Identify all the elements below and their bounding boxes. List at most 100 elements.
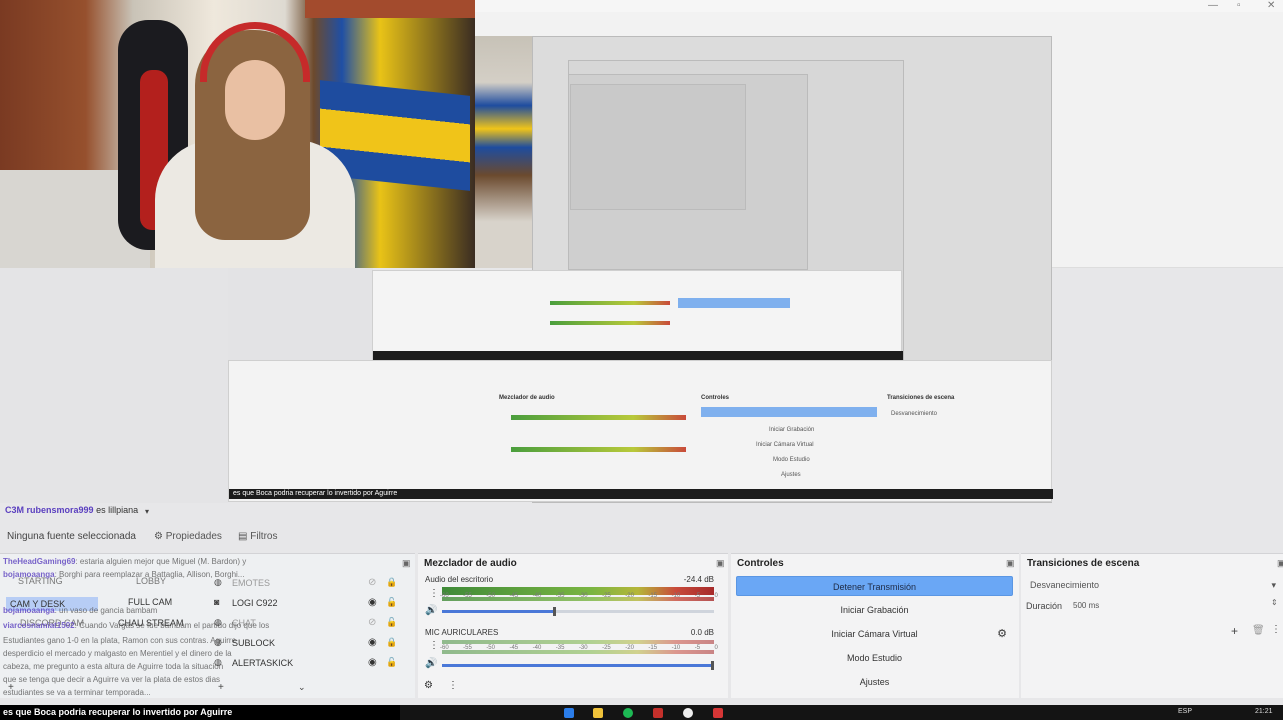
- close-icon[interactable]: ✕: [1267, 0, 1275, 11]
- mini-meter: [511, 415, 686, 420]
- meter-scale: -60 -55 -50 -45 -40 -35 -30 -25 -20 -15 -10 -5 0: [440, 645, 718, 651]
- minimize-icon[interactable]: —: [1208, 0, 1218, 11]
- level-meter: [442, 640, 714, 644]
- gear-icon[interactable]: ⚙: [997, 627, 1007, 640]
- channel-db: 0.0 dB: [690, 628, 714, 637]
- float-icon[interactable]: ▣: [1277, 558, 1283, 569]
- chat-message: Borghi para reemplazar a Battaglia, Alli…: [59, 570, 245, 579]
- mini-studio: Modo Estudio: [773, 457, 810, 463]
- spotify-icon[interactable]: [623, 708, 633, 718]
- start-virtual-camera-button[interactable]: Iniciar Cámara Virtual: [736, 624, 1013, 644]
- scale-tick: -40: [532, 645, 542, 651]
- scene-prefix: C3M rubensmora999 es lillpiana: [5, 505, 138, 515]
- controls-title: Controles: [737, 558, 784, 569]
- folder-icon[interactable]: [593, 708, 603, 718]
- scenes-sources-dock: ▣ STARTING LOBBY CAM Y DESK FULL CAM DIS…: [0, 553, 415, 698]
- headset: [200, 22, 310, 82]
- volume-fill: [442, 610, 557, 613]
- scale-tick: 0: [714, 645, 718, 651]
- scale-tick: -35: [555, 645, 565, 651]
- audio-mixer-dock: Mezclador de audio ▣ Audio del escritori…: [418, 553, 728, 698]
- scale-tick: -50: [486, 645, 495, 651]
- chat-username: rubensmora999: [26, 505, 94, 515]
- transition-select[interactable]: Desvanecimiento ▾: [1026, 576, 1280, 594]
- taskbar: ESP 21:21: [400, 705, 1283, 720]
- mini-mixer-title: Mezclador de audio: [499, 395, 555, 401]
- speaker-icon[interactable]: 🔊: [425, 658, 437, 669]
- float-icon[interactable]: ▣: [1006, 558, 1015, 569]
- obs-icon[interactable]: [683, 708, 693, 718]
- volume-handle[interactable]: [711, 661, 714, 670]
- scale-tick: -30: [578, 593, 588, 599]
- scale-tick: -25: [602, 645, 611, 651]
- settings-button[interactable]: Ajustes: [736, 672, 1013, 692]
- canvas-background: [0, 268, 228, 503]
- stop-streaming-button[interactable]: Detener Transmisión: [736, 576, 1013, 596]
- maximize-icon[interactable]: ▫: [1237, 0, 1241, 11]
- mini-ticker-text: es que Boca podria recuperar lo invertid…: [229, 489, 1053, 499]
- channel-name: MIC AURICULARES: [425, 628, 499, 637]
- chevron-down-icon: ▾: [1271, 580, 1276, 590]
- more-icon[interactable]: ⋮: [429, 588, 439, 599]
- volume-slider[interactable]: [442, 661, 714, 670]
- trash-icon[interactable]: 🗑: [1252, 625, 1265, 636]
- scale-tick: -55: [463, 593, 472, 599]
- more-icon[interactable]: ⋮: [1271, 624, 1281, 635]
- mini-stop-button: [701, 407, 877, 417]
- start-recording-button[interactable]: Iniciar Grabación: [736, 600, 1013, 620]
- duration-input[interactable]: 500 ms: [1073, 601, 1099, 610]
- mini-meter: [550, 301, 670, 305]
- scale-tick: -5: [694, 645, 701, 651]
- scale-tick: -10: [671, 645, 681, 651]
- add-icon[interactable]: +: [8, 682, 14, 693]
- chat-message: desperdicio el mercado y malgasto en Mer…: [3, 649, 232, 658]
- more-icon[interactable]: ⋮: [448, 680, 458, 691]
- language-indicator[interactable]: ESP: [1178, 708, 1192, 715]
- advanced-audio-icon[interactable]: ⚙: [424, 680, 433, 691]
- scale-tick: -45: [509, 593, 519, 599]
- shelf: [305, 0, 475, 18]
- scale-tick: -5: [694, 593, 701, 599]
- properties-label: Propiedades: [165, 531, 222, 542]
- screen: — ▫ ✕ Mezclador de audio Controles Trans…: [0, 0, 1283, 720]
- chat-line: desperdicio el mercado y malgasto en Mer…: [3, 649, 413, 658]
- volume-slider[interactable]: [442, 607, 714, 616]
- scale-tick: -60: [440, 645, 449, 651]
- controls-dock: Controles ▣ Detener Transmisión Iniciar …: [731, 553, 1019, 698]
- properties-button[interactable]: ⚙ Propiedades: [148, 528, 228, 546]
- windows-start-icon[interactable]: [564, 708, 574, 718]
- mini-fade: Desvanecimiento: [891, 411, 938, 417]
- scale-tick: -15: [648, 645, 658, 651]
- chat-line: estudiantes se va a terminar temporada..…: [3, 688, 413, 697]
- spinner-icon[interactable]: ⇕: [1271, 598, 1278, 607]
- add-icon[interactable]: +: [1231, 624, 1238, 638]
- source-toolbar: Ninguna fuente seleccionada ⚙ Propiedade…: [0, 524, 1283, 549]
- chevron-down-icon[interactable]: ▾: [145, 507, 149, 516]
- studio-mode-button[interactable]: Modo Estudio: [736, 648, 1013, 668]
- app-icon[interactable]: [713, 708, 723, 718]
- scale-tick: -55: [463, 645, 472, 651]
- mini-meter: [550, 321, 670, 325]
- scale-tick: -45: [509, 645, 519, 651]
- speaker-icon[interactable]: 🔊: [425, 605, 437, 616]
- filters-button[interactable]: ▤ Filtros: [232, 528, 283, 546]
- duration-label: Duración: [1026, 601, 1063, 611]
- clock[interactable]: 21:21: [1255, 708, 1273, 715]
- mini-settings: Ajustes: [781, 472, 801, 478]
- volume-handle[interactable]: [553, 607, 557, 616]
- channel-name: Audio del escritorio: [425, 575, 494, 584]
- canvas-background-mid: [228, 268, 373, 363]
- scale-tick: -10: [671, 593, 681, 599]
- add-source-icon[interactable]: +: [218, 682, 224, 693]
- transition-selected: Desvanecimiento: [1030, 580, 1100, 590]
- chevron-down-icon[interactable]: ⌄: [298, 682, 306, 693]
- float-icon[interactable]: ▣: [716, 558, 725, 569]
- webcam-feed: [0, 0, 475, 268]
- chat-line: cabeza, me pregunto a esta altura de Agu…: [3, 662, 413, 671]
- source-name: EMOTES: [232, 578, 271, 588]
- chat-username: viarcosnamiat1502: [3, 621, 75, 630]
- app-icon[interactable]: [653, 708, 663, 718]
- chat-message: cabeza, me pregunto a esta altura de Agu…: [3, 662, 224, 671]
- more-icon[interactable]: ⋮: [429, 640, 439, 651]
- chat-username: bojamoaanga: [3, 570, 55, 579]
